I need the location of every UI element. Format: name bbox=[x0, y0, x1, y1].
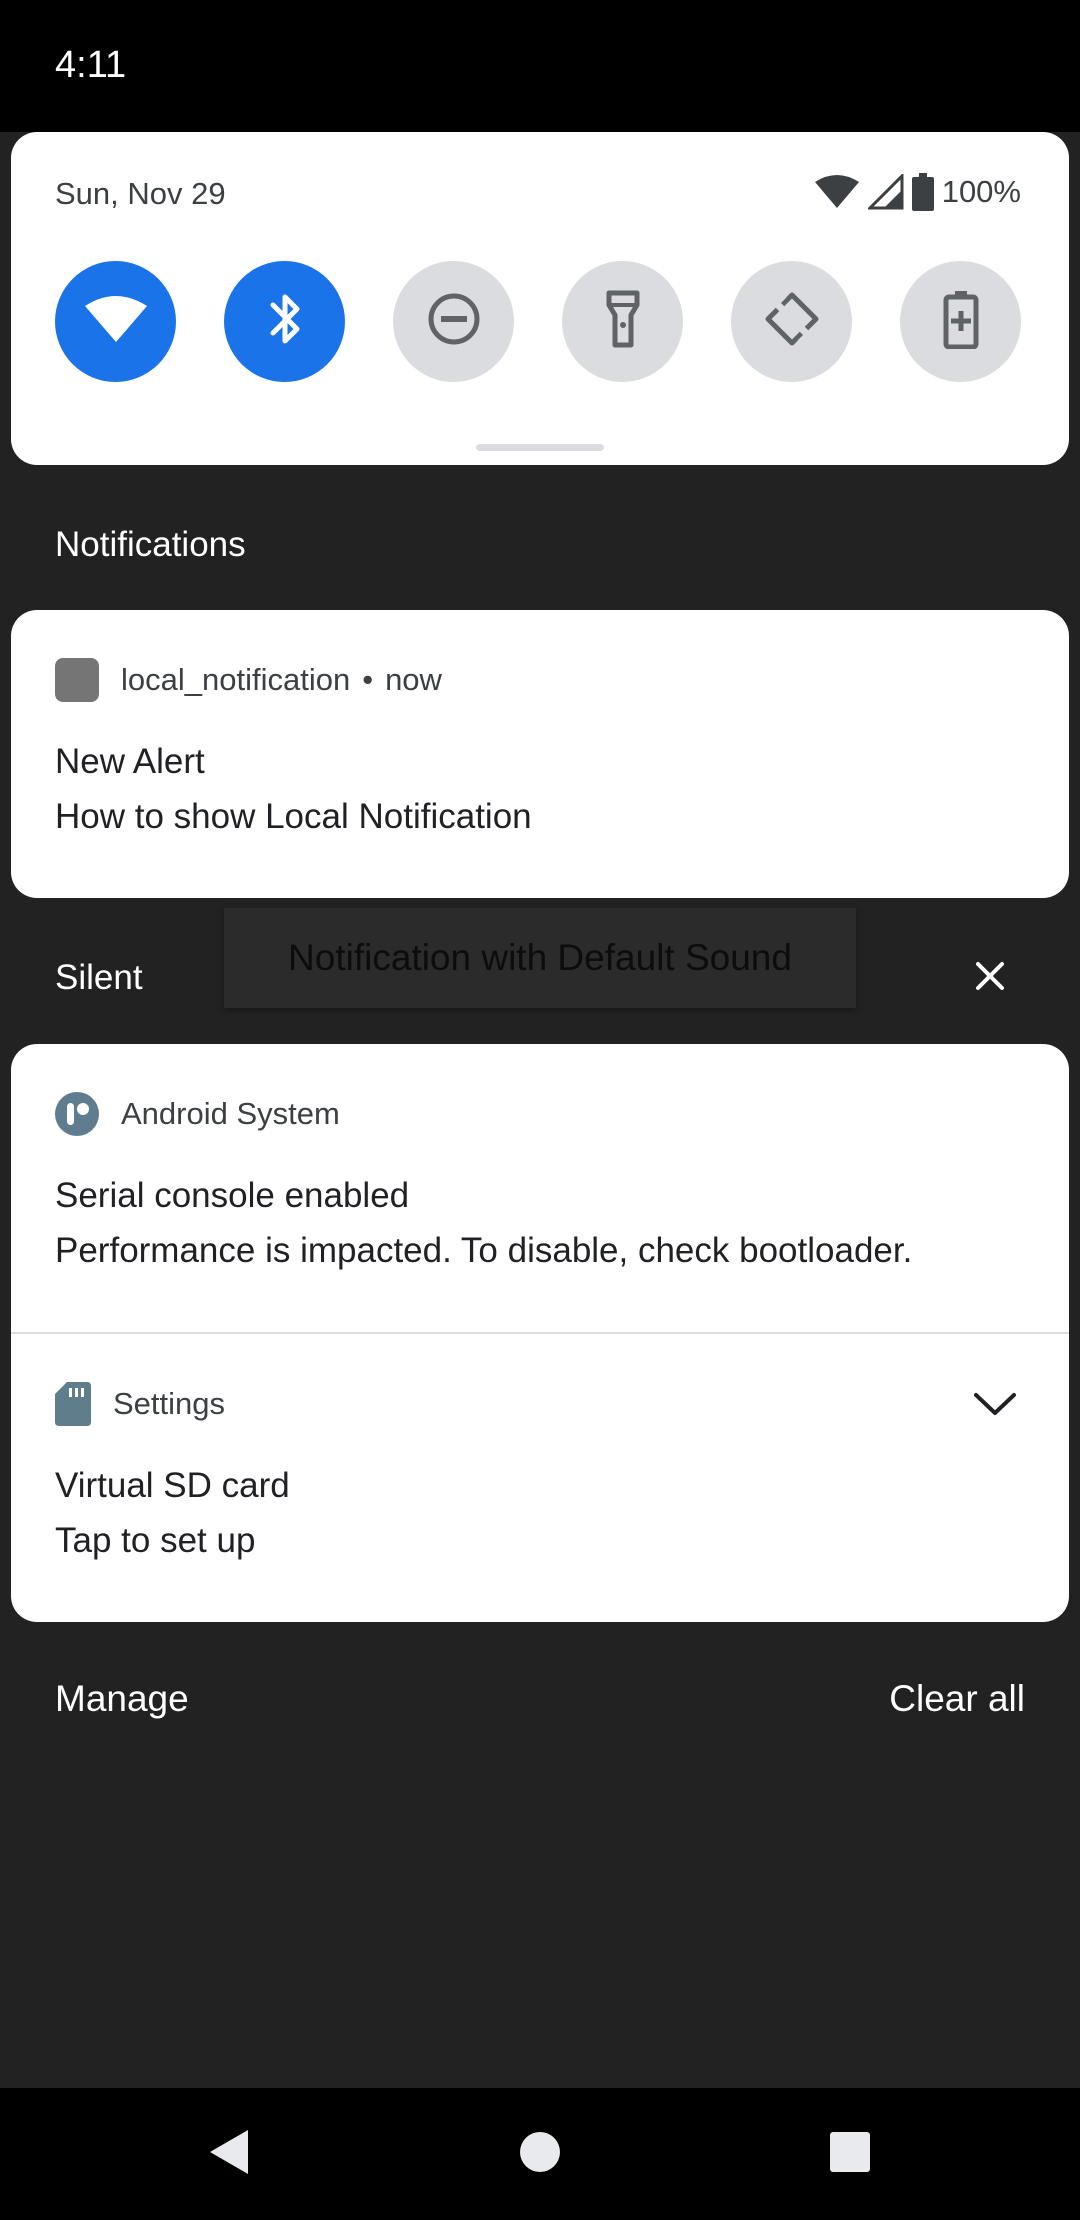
battery-saver-icon bbox=[943, 289, 979, 354]
notification-header: Settings bbox=[55, 1381, 225, 1427]
notification-header: Android System bbox=[55, 1091, 340, 1137]
flashlight-tile[interactable] bbox=[562, 261, 683, 382]
silent-notifications-card: Android System Serial console enabled Pe… bbox=[11, 1044, 1069, 1622]
notification-title: Serial console enabled bbox=[55, 1176, 410, 1215]
auto-rotate-tile[interactable] bbox=[731, 261, 852, 382]
silent-header: Silent bbox=[55, 958, 143, 997]
bluetooth-tile[interactable] bbox=[224, 261, 345, 382]
settings-notification[interactable]: Settings Virtual SD card Tap to set up bbox=[11, 1334, 1069, 1622]
battery-icon bbox=[911, 173, 934, 211]
back-icon bbox=[206, 2128, 250, 2181]
toast-message: Notification with Default Sound bbox=[224, 908, 856, 1008]
app-name: local_notification bbox=[121, 662, 351, 697]
navigation-bar bbox=[0, 2088, 1080, 2220]
app-icon bbox=[55, 658, 99, 702]
app-name: Android System bbox=[121, 1096, 340, 1131]
sd-card-icon bbox=[55, 1382, 91, 1426]
recents-icon bbox=[829, 2131, 871, 2178]
android-system-notification[interactable]: Android System Serial console enabled Pe… bbox=[11, 1044, 1069, 1332]
notification-title: Virtual SD card bbox=[55, 1466, 290, 1505]
wifi-signal-icon bbox=[814, 174, 860, 210]
quick-settings-tiles bbox=[55, 261, 1025, 383]
quick-settings-panel: Sun, Nov 29 100% bbox=[11, 132, 1069, 465]
notification-header: local_notification • now bbox=[55, 657, 442, 703]
notification-text: How to show Local Notification bbox=[55, 797, 532, 836]
app-name: Settings bbox=[113, 1386, 226, 1421]
qs-drag-handle[interactable] bbox=[476, 444, 604, 451]
status-bar: 4:11 bbox=[0, 0, 1080, 132]
qs-date[interactable]: Sun, Nov 29 bbox=[55, 176, 226, 212]
battery-saver-tile[interactable] bbox=[900, 261, 1021, 382]
recents-button[interactable] bbox=[818, 2122, 882, 2186]
close-icon[interactable] bbox=[968, 954, 1012, 998]
status-time: 4:11 bbox=[55, 44, 127, 86]
bluetooth-icon bbox=[265, 289, 305, 354]
cell-signal-icon bbox=[867, 174, 904, 210]
notification-text: Performance is impacted. To disable, che… bbox=[55, 1231, 913, 1270]
do-not-disturb-icon bbox=[426, 291, 482, 352]
home-button[interactable] bbox=[508, 2122, 572, 2186]
android-system-icon bbox=[55, 1092, 99, 1136]
notification-title: New Alert bbox=[55, 742, 205, 781]
manage-button[interactable]: Manage bbox=[55, 1678, 189, 1720]
chevron-down-icon[interactable] bbox=[970, 1384, 1020, 1424]
back-button[interactable] bbox=[196, 2122, 260, 2186]
header-separator: • bbox=[362, 662, 374, 697]
do-not-disturb-tile[interactable] bbox=[393, 261, 514, 382]
home-icon bbox=[518, 2130, 562, 2179]
wifi-icon bbox=[83, 294, 149, 349]
local-notification-card[interactable]: local_notification • now New Alert How t… bbox=[11, 610, 1069, 898]
notifications-header: Notifications bbox=[55, 525, 246, 564]
battery-percent: 100% bbox=[941, 174, 1021, 209]
notification-text: Tap to set up bbox=[55, 1521, 256, 1560]
auto-rotate-icon bbox=[762, 289, 822, 354]
notification-time: now bbox=[385, 662, 442, 697]
qs-status-icons: 100% bbox=[814, 172, 1021, 212]
wifi-tile[interactable] bbox=[55, 261, 176, 382]
flashlight-icon bbox=[603, 289, 643, 354]
clear-all-button[interactable]: Clear all bbox=[889, 1678, 1025, 1720]
